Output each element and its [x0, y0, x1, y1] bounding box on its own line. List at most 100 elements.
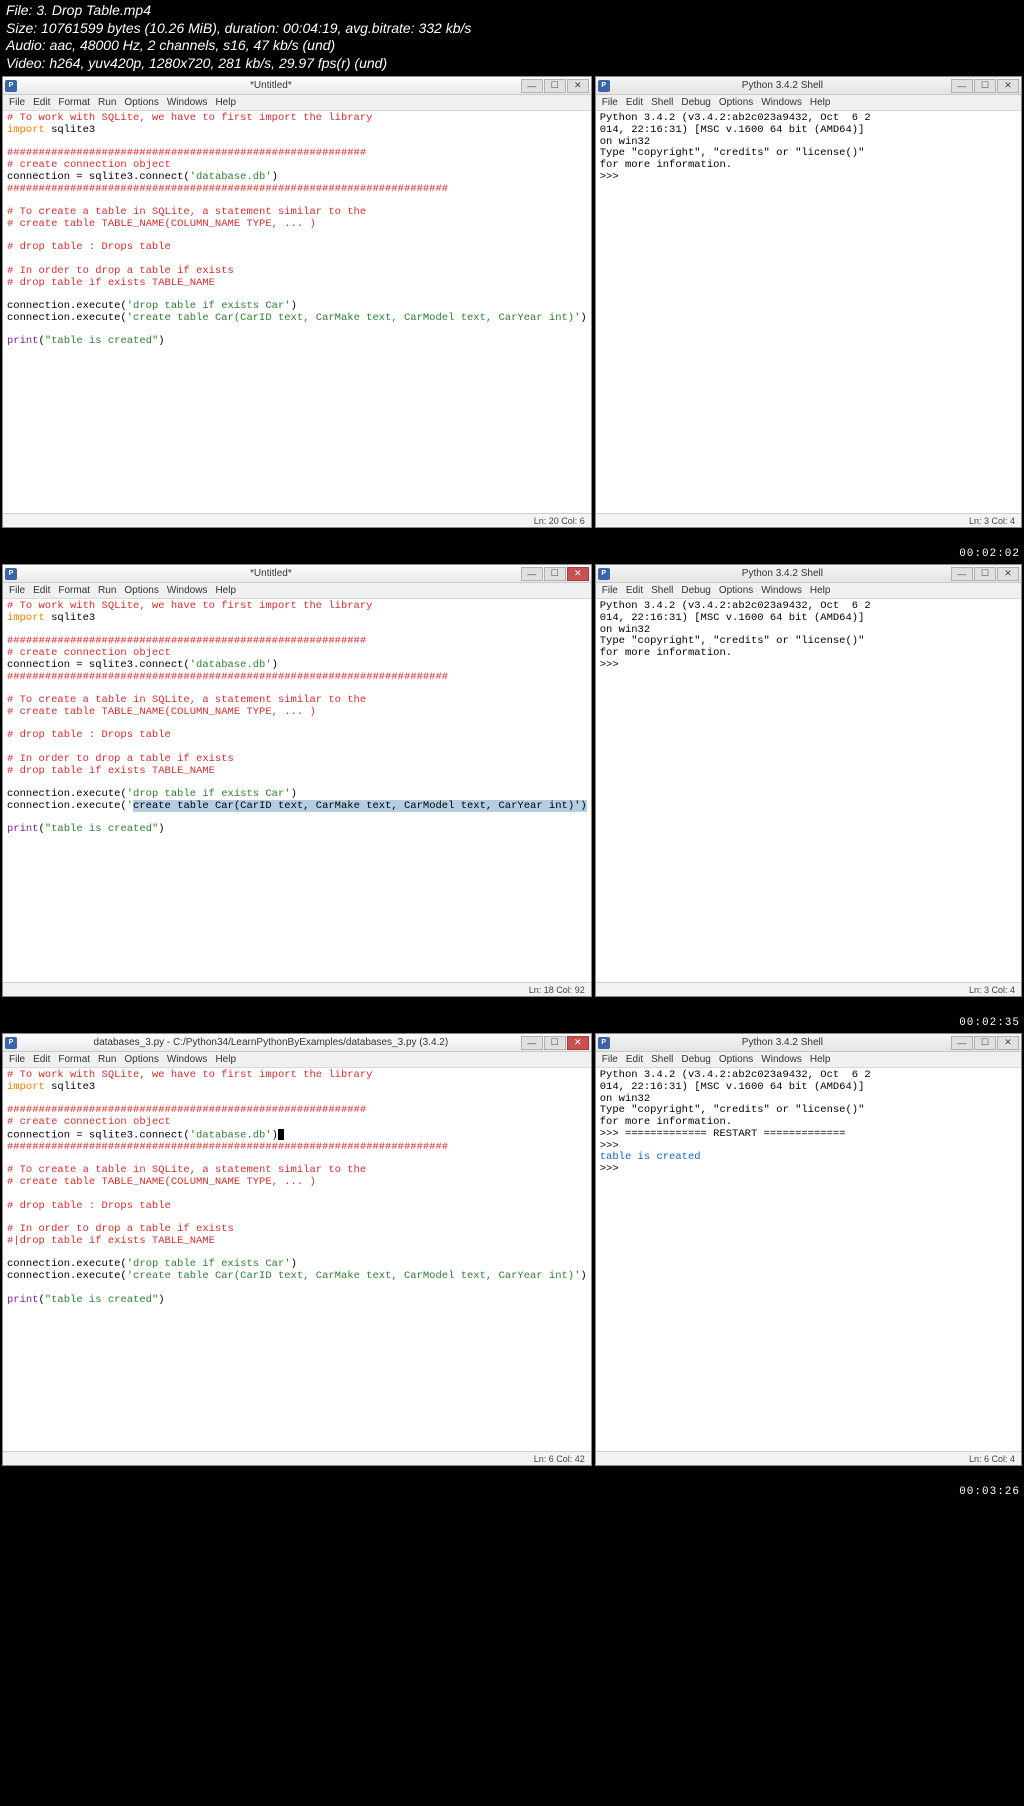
window-buttons: — ☐ ✕ [521, 567, 589, 581]
minimize-button[interactable]: — [521, 1036, 543, 1050]
menu-help[interactable]: Help [215, 585, 236, 596]
close-button[interactable]: ✕ [997, 567, 1019, 581]
shell-statusbar: Ln: 3 Col: 4 [596, 513, 1021, 527]
python-icon: P [598, 568, 610, 580]
menu-help[interactable]: Help [215, 1054, 236, 1065]
frame-3: P databases_3.py - C:/Python34/LearnPyth… [0, 1031, 1024, 1468]
menu-windows[interactable]: Windows [167, 585, 208, 596]
maximize-button[interactable]: ☐ [544, 79, 566, 93]
shell-titlebar[interactable]: P Python 3.4.2 Shell — ☐ ✕ [596, 1034, 1021, 1052]
close-button[interactable]: ✕ [997, 79, 1019, 93]
menu-file[interactable]: File [9, 585, 25, 596]
menu-windows[interactable]: Windows [761, 585, 802, 596]
timestamp-3: 00:03:26 [959, 1486, 1020, 1498]
timestamp-2: 00:02:35 [959, 1017, 1020, 1029]
menu-windows[interactable]: Windows [761, 97, 802, 108]
menu-file[interactable]: File [9, 1054, 25, 1065]
menu-run[interactable]: Run [98, 1054, 116, 1065]
menu-edit[interactable]: Edit [626, 97, 643, 108]
close-button[interactable]: ✕ [567, 79, 589, 93]
menu-format[interactable]: Format [58, 97, 90, 108]
minimize-button[interactable]: — [951, 1036, 973, 1050]
editor-window-3: P databases_3.py - C:/Python34/LearnPyth… [2, 1033, 592, 1466]
window-buttons: — ☐ ✕ [951, 567, 1019, 581]
menu-options[interactable]: Options [719, 1054, 753, 1065]
shell-output[interactable]: Python 3.4.2 (v3.4.2:ab2c023a9432, Oct 6… [596, 599, 1021, 982]
maximize-button[interactable]: ☐ [544, 567, 566, 581]
window-buttons: — ☐ ✕ [521, 1036, 589, 1050]
shell-title: Python 3.4.2 Shell [614, 80, 951, 91]
minimize-button[interactable]: — [521, 79, 543, 93]
menu-windows[interactable]: Windows [167, 97, 208, 108]
menu-file[interactable]: File [602, 1054, 618, 1065]
maximize-button[interactable]: ☐ [544, 1036, 566, 1050]
editor-menubar: File Edit Format Run Options Windows Hel… [3, 95, 591, 111]
meta-video: Video: h264, yuv420p, 1280x720, 281 kb/s… [6, 55, 1018, 73]
frame-1: P *Untitled* — ☐ ✕ File Edit Format Run … [0, 74, 1024, 530]
menu-file[interactable]: File [602, 97, 618, 108]
meta-file: File: 3. Drop Table.mp4 [6, 2, 1018, 20]
close-button[interactable]: ✕ [567, 567, 589, 581]
maximize-button[interactable]: ☐ [974, 1036, 996, 1050]
close-button[interactable]: ✕ [997, 1036, 1019, 1050]
minimize-button[interactable]: — [521, 567, 543, 581]
editor-title: *Untitled* [21, 80, 521, 91]
menu-edit[interactable]: Edit [626, 1054, 643, 1065]
menu-windows[interactable]: Windows [761, 1054, 802, 1065]
editor-statusbar: Ln: 6 Col: 42 [3, 1451, 591, 1465]
editor-titlebar[interactable]: P databases_3.py - C:/Python34/LearnPyth… [3, 1034, 591, 1052]
menu-help[interactable]: Help [810, 585, 831, 596]
menu-file[interactable]: File [602, 585, 618, 596]
menu-edit[interactable]: Edit [33, 97, 50, 108]
menu-help[interactable]: Help [810, 97, 831, 108]
menu-shell[interactable]: Shell [651, 1054, 673, 1065]
menu-windows[interactable]: Windows [167, 1054, 208, 1065]
maximize-button[interactable]: ☐ [974, 567, 996, 581]
menu-options[interactable]: Options [124, 1054, 158, 1065]
shell-window-2: P Python 3.4.2 Shell — ☐ ✕ File Edit She… [595, 564, 1022, 997]
meta-size: Size: 10761599 bytes (10.26 MiB), durati… [6, 20, 1018, 38]
menu-file[interactable]: File [9, 97, 25, 108]
close-button[interactable]: ✕ [567, 1036, 589, 1050]
shell-output[interactable]: Python 3.4.2 (v3.4.2:ab2c023a9432, Oct 6… [596, 111, 1021, 513]
shell-window-1: P Python 3.4.2 Shell — ☐ ✕ File Edit She… [595, 76, 1022, 528]
menu-help[interactable]: Help [810, 1054, 831, 1065]
shell-output[interactable]: Python 3.4.2 (v3.4.2:ab2c023a9432, Oct 6… [596, 1068, 1021, 1451]
menu-edit[interactable]: Edit [33, 585, 50, 596]
menu-format[interactable]: Format [58, 1054, 90, 1065]
menu-debug[interactable]: Debug [681, 1054, 710, 1065]
shell-title: Python 3.4.2 Shell [614, 568, 951, 579]
shell-titlebar[interactable]: P Python 3.4.2 Shell — ☐ ✕ [596, 77, 1021, 95]
selected-text: create table Car(CarID text, CarMake tex… [133, 800, 587, 812]
meta-audio: Audio: aac, 48000 Hz, 2 channels, s16, 4… [6, 37, 1018, 55]
editor-code-area[interactable]: # To work with SQLite, we have to first … [3, 111, 591, 513]
editor-menubar: File Edit Format Run Options Windows Hel… [3, 1052, 591, 1068]
minimize-button[interactable]: — [951, 567, 973, 581]
maximize-button[interactable]: ☐ [974, 79, 996, 93]
editor-statusbar: Ln: 20 Col: 6 [3, 513, 591, 527]
python-icon: P [598, 80, 610, 92]
menu-run[interactable]: Run [98, 97, 116, 108]
editor-titlebar[interactable]: P *Untitled* — ☐ ✕ [3, 565, 591, 583]
shell-menubar: File Edit Shell Debug Options Windows He… [596, 95, 1021, 111]
menu-shell[interactable]: Shell [651, 585, 673, 596]
menu-edit[interactable]: Edit [33, 1054, 50, 1065]
menu-debug[interactable]: Debug [681, 585, 710, 596]
menu-options[interactable]: Options [719, 97, 753, 108]
menu-debug[interactable]: Debug [681, 97, 710, 108]
editor-code-area[interactable]: # To work with SQLite, we have to first … [3, 1068, 591, 1451]
menu-run[interactable]: Run [98, 585, 116, 596]
editor-titlebar[interactable]: P *Untitled* — ☐ ✕ [3, 77, 591, 95]
menu-help[interactable]: Help [215, 97, 236, 108]
menu-options[interactable]: Options [719, 585, 753, 596]
shell-titlebar[interactable]: P Python 3.4.2 Shell — ☐ ✕ [596, 565, 1021, 583]
editor-statusbar: Ln: 18 Col: 92 [3, 982, 591, 996]
menu-options[interactable]: Options [124, 97, 158, 108]
menu-options[interactable]: Options [124, 585, 158, 596]
editor-code-area[interactable]: # To work with SQLite, we have to first … [3, 599, 591, 982]
minimize-button[interactable]: — [951, 79, 973, 93]
menu-edit[interactable]: Edit [626, 585, 643, 596]
shell-menubar: File Edit Shell Debug Options Windows He… [596, 583, 1021, 599]
menu-format[interactable]: Format [58, 585, 90, 596]
menu-shell[interactable]: Shell [651, 97, 673, 108]
